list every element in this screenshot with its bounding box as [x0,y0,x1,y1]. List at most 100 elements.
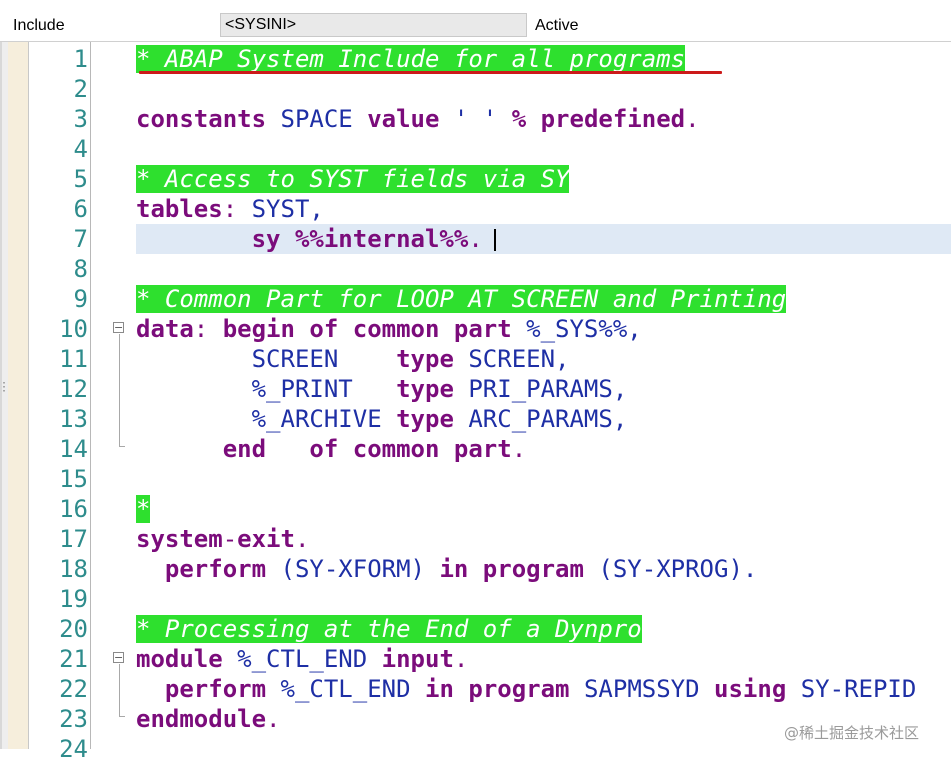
comment: * [136,495,151,523]
punctuation: . [468,225,483,253]
code-line[interactable]: endmodule. [136,704,281,734]
line-number: 14 [59,435,88,463]
line-number: 9 [73,285,88,313]
code-line[interactable]: system-exit. [136,524,309,554]
object-type-label: Include [13,17,65,34]
fold-range-end [119,716,125,717]
code-line[interactable]: %_ARCHIVE type ARC_PARAMS, [136,404,628,434]
keyword: system [136,525,223,553]
token: SPACE [266,105,368,133]
line-number: 5 [73,165,88,193]
code-line[interactable]: SCREEN type SCREEN, [136,344,570,374]
fold-range-line [119,664,120,716]
program-name-field[interactable]: <SYSINI> [220,13,527,37]
comment: * Processing at the End of a Dynpro [136,615,642,643]
line-number: 19 [59,585,88,613]
status-label: Active [535,17,579,34]
line-number: 2 [73,75,88,103]
code-line-current[interactable]: sy %%internal%%. [136,224,483,254]
line-number: 10 [59,315,88,343]
fold-range-end [119,446,125,447]
code-line[interactable]: %_PRINT type PRI_PARAMS, [136,374,628,404]
code-line[interactable]: module %_CTL_END input. [136,644,468,674]
keyword: in program [439,555,584,583]
code-line[interactable]: data: begin of common part %_SYS%%, [136,314,642,344]
token: %_SYS%%, [511,315,642,343]
punctuation: - [222,525,238,553]
keyword: in program [425,675,570,703]
keyword: value [367,105,440,133]
punctuation: : [222,195,238,223]
line-number: 4 [73,135,88,163]
keyword: endmodule [136,705,267,733]
line-number: 12 [59,375,88,403]
splitter-grip-icon[interactable]: · · · [1,379,7,398]
keyword: perform [164,675,267,703]
line-number: 18 [59,555,88,583]
keyword: data [136,315,194,343]
keyword: begin of common part [208,315,512,343]
code-line[interactable]: * Common Part for LOOP AT SCREEN and Pri… [136,284,787,314]
token: %_ARCHIVE [136,405,397,433]
code-line[interactable]: end of common part. [136,434,526,464]
token: SCREEN, [453,345,570,373]
line-number: 3 [73,105,88,133]
line-number: 16 [59,495,88,523]
line-number: 11 [59,345,88,373]
line-number: 15 [59,465,88,493]
comment: * Access to SYST fields via SY [136,165,570,193]
header-divider [0,41,951,42]
code-line[interactable]: perform %_CTL_END in program SAPMSSYD us… [136,674,916,704]
token: PRI_PARAMS, [453,375,628,403]
keyword: % predefined [511,105,686,133]
fold-range-line [119,334,120,446]
keyword: type [396,375,454,403]
line-number: 8 [73,255,88,283]
keyword: module [136,645,223,673]
punctuation: . [453,645,469,673]
punctuation: : [193,315,209,343]
code-line[interactable]: * Processing at the End of a Dynpro [136,614,642,644]
code-divider [90,42,91,749]
keyword: type [396,345,454,373]
code-line[interactable]: * [136,494,151,524]
keyword: type [396,405,454,433]
token: SYST, [237,195,324,223]
fold-toggle-icon[interactable]: − [113,652,124,663]
token: %_CTL_END [266,675,426,703]
punctuation: . [266,705,281,733]
comment: * ABAP System Include for all programs [136,45,686,73]
fold-toggle-icon[interactable]: − [113,322,124,333]
keyword: perform [164,555,267,583]
token: SCREEN [136,345,397,373]
keyword: exit [237,525,295,553]
keyword: end of common part [222,435,512,463]
line-number: 13 [59,405,88,433]
keyword: using [714,675,787,703]
line-number: 1 [73,45,88,73]
code-line[interactable]: * ABAP System Include for all programs [136,44,686,74]
code-line[interactable]: tables: SYST, [136,194,324,224]
line-number: 6 [73,195,88,223]
token: ARC_PARAMS, [453,405,628,433]
editor-header: Include <SYSINI> Active [0,0,951,40]
punctuation: . [685,105,700,133]
text-cursor [494,229,496,251]
keyword: constants [136,105,267,133]
token: %_PRINT [136,375,397,403]
token: (SY-XPROG). [583,555,758,583]
code-line[interactable]: constants SPACE value ' ' % predefined. [136,104,700,134]
code-line[interactable]: * Access to SYST fields via SY [136,164,570,194]
punctuation: . [511,435,527,463]
keyword: input [381,645,454,673]
line-number: 20 [59,615,88,643]
line-number: 23 [59,705,88,733]
comment: * Common Part for LOOP AT SCREEN and Pri… [136,285,787,313]
code-line[interactable]: perform (SY-XFORM) in program (SY-XPROG)… [136,554,757,584]
breakpoint-gutter[interactable] [8,42,28,749]
line-number: 22 [59,675,88,703]
punctuation: . [294,525,310,553]
